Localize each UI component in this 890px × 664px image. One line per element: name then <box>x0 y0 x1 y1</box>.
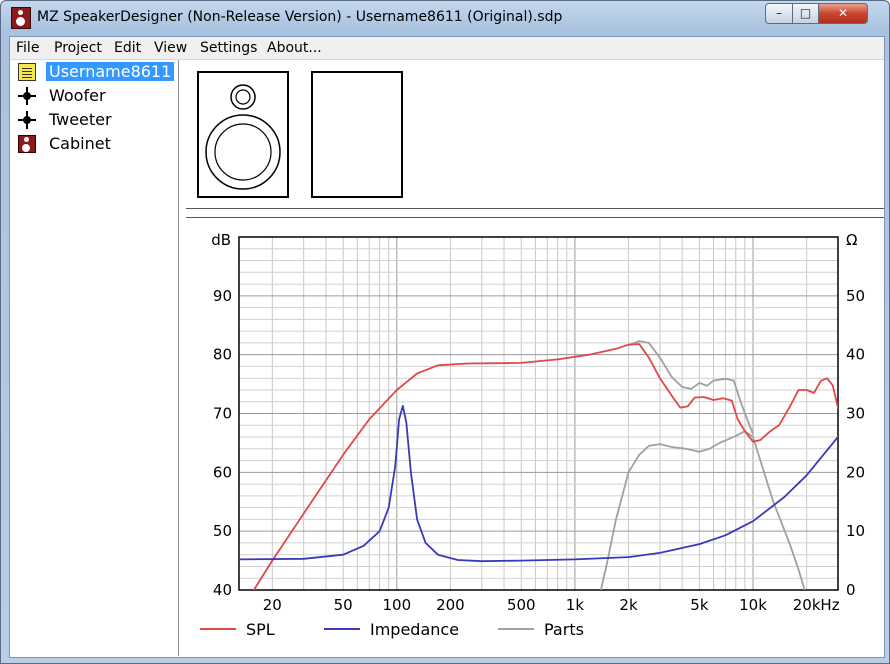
y-left-tick-label: 90 <box>213 287 232 305</box>
front-view[interactable] <box>197 71 289 198</box>
x-tick-label: 5k <box>690 596 709 614</box>
tree-item-label: Username8611 <box>46 62 175 81</box>
driver-icon <box>18 87 36 105</box>
y-right-tick-label: 50 <box>846 287 865 305</box>
window-title: MZ SpeakerDesigner (Non-Release Version)… <box>37 9 563 25</box>
tree-item-label: Cabinet <box>49 134 111 153</box>
response-chart: dB Ω 40 50 60 70 80 90 0 10 20 30 40 50 20 50 100 200 500 1… <box>180 220 884 656</box>
response-chart-svg: dB Ω 40 50 60 70 80 90 0 10 20 30 40 50 20 50 100 200 500 1… <box>200 231 865 639</box>
y-left-tick-label: 50 <box>213 522 232 540</box>
x-tick-label: 50 <box>334 596 353 614</box>
y-right-tick-label: 30 <box>846 405 865 423</box>
x-tick-label: 500 <box>507 596 536 614</box>
menu-about[interactable]: About... <box>267 40 322 56</box>
tree-item-tweeter[interactable]: Tweeter <box>10 109 178 131</box>
maximize-button[interactable]: □ <box>792 3 819 24</box>
tree-item-woofer[interactable]: Woofer <box>10 85 178 107</box>
legend-label: SPL <box>246 620 275 639</box>
x-tick-label: 10k <box>739 596 767 614</box>
x-axis-unit-label: Hz <box>820 596 839 614</box>
x-tick-label: 200 <box>436 596 465 614</box>
x-tick-label: 20 <box>263 596 282 614</box>
tree-item-project[interactable]: Username8611 <box>10 61 178 83</box>
cabinet-drawing <box>197 71 403 198</box>
menu-view[interactable]: View <box>154 40 187 56</box>
minimize-button[interactable]: – <box>765 3 793 24</box>
driver-icon <box>18 111 36 129</box>
menu-edit[interactable]: Edit <box>114 40 141 56</box>
legend-label: Parts <box>544 620 584 639</box>
menu-file[interactable]: File <box>16 40 39 56</box>
y-axis-left-label: dB <box>211 231 231 249</box>
x-tick-label: 2k <box>619 596 638 614</box>
cabinet-icon <box>18 135 36 153</box>
y-left-tick-label: 60 <box>213 463 232 481</box>
title-bar[interactable]: MZ SpeakerDesigner (Non-Release Version)… <box>1 1 889 35</box>
y-left-tick-label: 70 <box>213 405 232 423</box>
client-area: File Project Edit View Settings About...… <box>9 36 885 658</box>
side-view[interactable] <box>311 71 403 198</box>
project-tree: Username8611 Woofer Tweeter Cabinet <box>10 60 179 656</box>
legend-label: Impedance <box>370 620 459 639</box>
y-left-tick-label: 80 <box>213 346 232 364</box>
menu-settings[interactable]: Settings <box>200 40 257 56</box>
pane-splitter[interactable] <box>186 208 884 218</box>
x-tick-label: 1k <box>566 596 585 614</box>
app-window: MZ SpeakerDesigner (Non-Release Version)… <box>0 0 890 664</box>
menu-bar: File Project Edit View Settings About... <box>10 37 884 60</box>
menu-project[interactable]: Project <box>54 40 102 56</box>
y-axis-right-label: Ω <box>846 231 857 249</box>
tree-item-cabinet[interactable]: Cabinet <box>10 133 178 155</box>
tree-item-label: Woofer <box>49 86 106 105</box>
y-right-tick-label: 10 <box>846 522 865 540</box>
speaker-app-icon[interactable] <box>11 7 31 29</box>
y-left-tick-label: 40 <box>213 581 232 599</box>
cabinet-preview <box>180 60 884 210</box>
tree-item-label: Tweeter <box>49 110 112 129</box>
x-tick-label: 100 <box>382 596 411 614</box>
y-right-tick-label: 40 <box>846 346 865 364</box>
y-right-tick-label: 20 <box>846 463 865 481</box>
close-button[interactable]: ✕ <box>818 3 868 24</box>
project-icon <box>18 63 36 81</box>
y-right-tick-label: 0 <box>846 581 856 599</box>
x-tick-label: 20k <box>793 596 821 614</box>
